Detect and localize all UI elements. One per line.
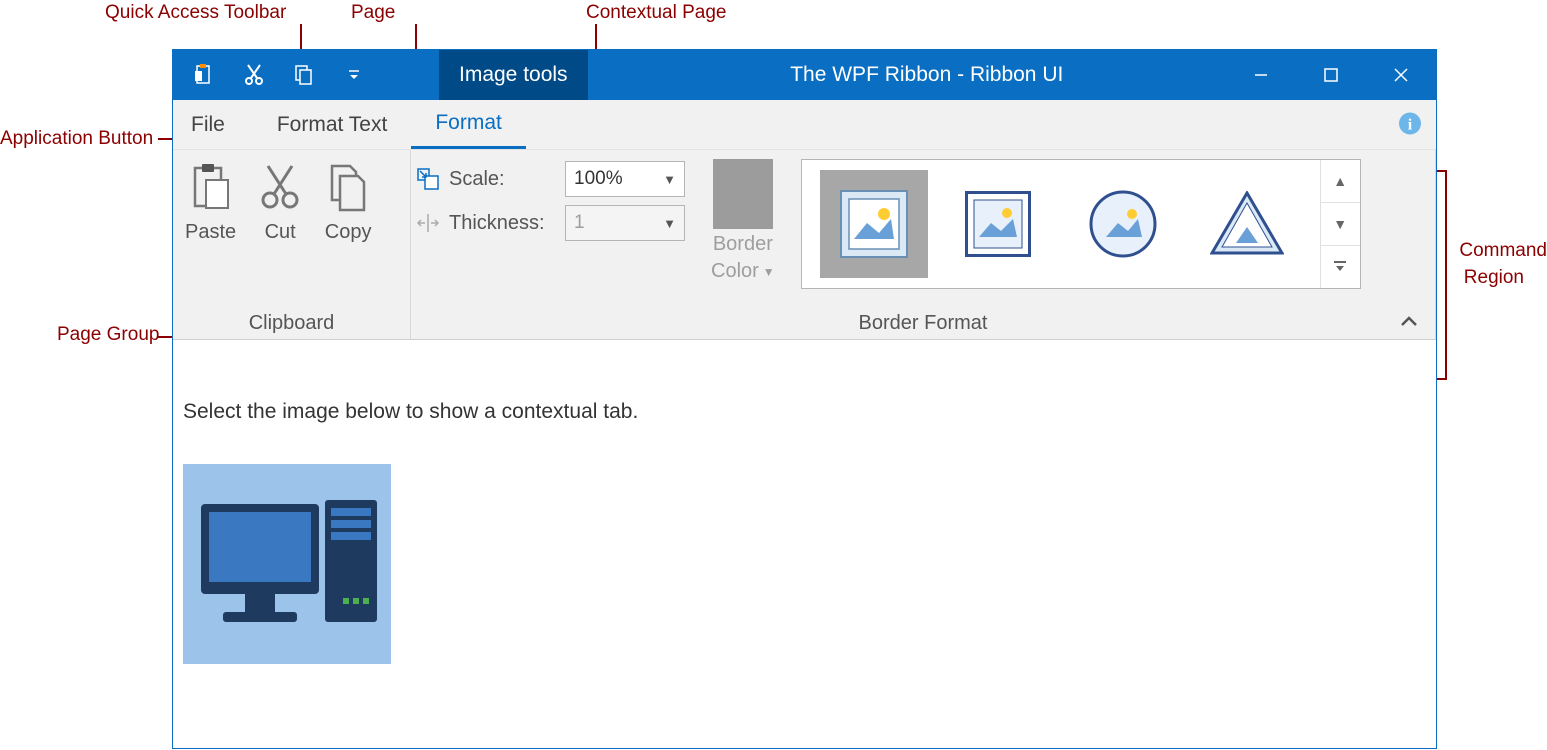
scale-icon [417, 168, 443, 190]
callout-appbtn: Application Button [0, 128, 153, 150]
gallery-more-button[interactable] [1321, 246, 1360, 288]
copy-label: Copy [325, 221, 372, 244]
ribbon-command-region: Paste Cut Copy Clipboard [173, 150, 1436, 340]
border-color-button: Border Color ▼ [703, 155, 783, 287]
qat-dropdown-icon[interactable] [329, 50, 379, 100]
scale-label: Scale: [449, 168, 559, 191]
collapse-ribbon-button[interactable] [1388, 307, 1430, 337]
tab-strip: File Format Text Format i [173, 100, 1436, 150]
info-icon[interactable]: i [1398, 111, 1422, 138]
thickness-value: 1 [574, 212, 585, 234]
contextual-tab-title: Image tools [439, 50, 588, 100]
titlebar: Image tools The WPF Ribbon - Ribbon UI [173, 50, 1436, 100]
group-label-border-format: Border Format [417, 308, 1429, 337]
chevron-down-icon: ▼ [663, 216, 676, 231]
gallery-item-1[interactable] [820, 170, 928, 278]
callout-pagegroup: Page Group [57, 324, 159, 346]
group-clipboard: Paste Cut Copy Clipboard [173, 150, 411, 339]
callout-cmdregion-1: Command [1459, 240, 1547, 262]
paste-label: Paste [185, 221, 236, 244]
copy-icon [324, 159, 372, 215]
gallery-down-button[interactable]: ▼ [1321, 203, 1360, 246]
callout-page: Page [351, 2, 395, 24]
gallery-item-3[interactable] [1069, 170, 1177, 278]
cut-icon [256, 159, 304, 215]
copy-button[interactable]: Copy [318, 155, 378, 248]
app-window: Image tools The WPF Ribbon - Ribbon UI F… [172, 49, 1437, 749]
window-title: The WPF Ribbon - Ribbon UI [588, 50, 1226, 100]
gallery-item-2[interactable] [944, 170, 1052, 278]
window-controls [1226, 50, 1436, 100]
maximize-button[interactable] [1296, 50, 1366, 100]
gallery-item-4[interactable] [1193, 170, 1301, 278]
cut-button[interactable]: Cut [250, 155, 310, 248]
group-label-clipboard: Clipboard [179, 308, 404, 337]
paste-icon [187, 159, 235, 215]
border-color-label-2: Color [711, 260, 759, 283]
callout-qat: Quick Access Toolbar [105, 2, 286, 24]
tab-format-text[interactable]: Format Text [253, 100, 411, 149]
qat-clipboard-icon[interactable] [179, 50, 229, 100]
qat-copy-icon[interactable] [279, 50, 329, 100]
qat-cut-icon[interactable] [229, 50, 279, 100]
sample-image[interactable] [183, 464, 391, 664]
scale-combo[interactable]: 100% ▼ [565, 161, 685, 197]
tab-file[interactable]: File [173, 100, 253, 149]
gallery-up-button[interactable]: ▲ [1321, 160, 1360, 203]
gallery-nav: ▲ ▼ [1320, 160, 1360, 288]
thickness-combo: 1 ▼ [565, 205, 685, 241]
thickness-label: Thickness: [449, 212, 559, 235]
close-button[interactable] [1366, 50, 1436, 100]
svg-text:i: i [1408, 116, 1413, 133]
border-color-swatch [713, 159, 773, 229]
thickness-icon [417, 212, 443, 234]
scale-thickness-controls: Scale: 100% ▼ Thickness: 1 ▼ [417, 155, 685, 241]
border-color-label-1: Border [713, 233, 773, 256]
cut-label: Cut [265, 221, 296, 244]
tab-format[interactable]: Format [411, 100, 526, 149]
chevron-down-icon: ▼ [763, 265, 775, 279]
scale-value: 100% [574, 168, 623, 190]
group-border-format: Scale: 100% ▼ Thickness: 1 ▼ [411, 150, 1436, 339]
minimize-button[interactable] [1226, 50, 1296, 100]
chevron-down-icon: ▼ [663, 172, 676, 187]
paste-button[interactable]: Paste [179, 155, 242, 248]
border-style-gallery: ▲ ▼ [801, 159, 1361, 289]
instruction-text: Select the image below to show a context… [183, 400, 1426, 424]
callout-cmdregion-2: Region [1464, 267, 1524, 289]
callout-contextual: Contextual Page [586, 2, 727, 24]
quick-access-toolbar [173, 50, 379, 100]
content-area: Select the image below to show a context… [173, 340, 1436, 674]
